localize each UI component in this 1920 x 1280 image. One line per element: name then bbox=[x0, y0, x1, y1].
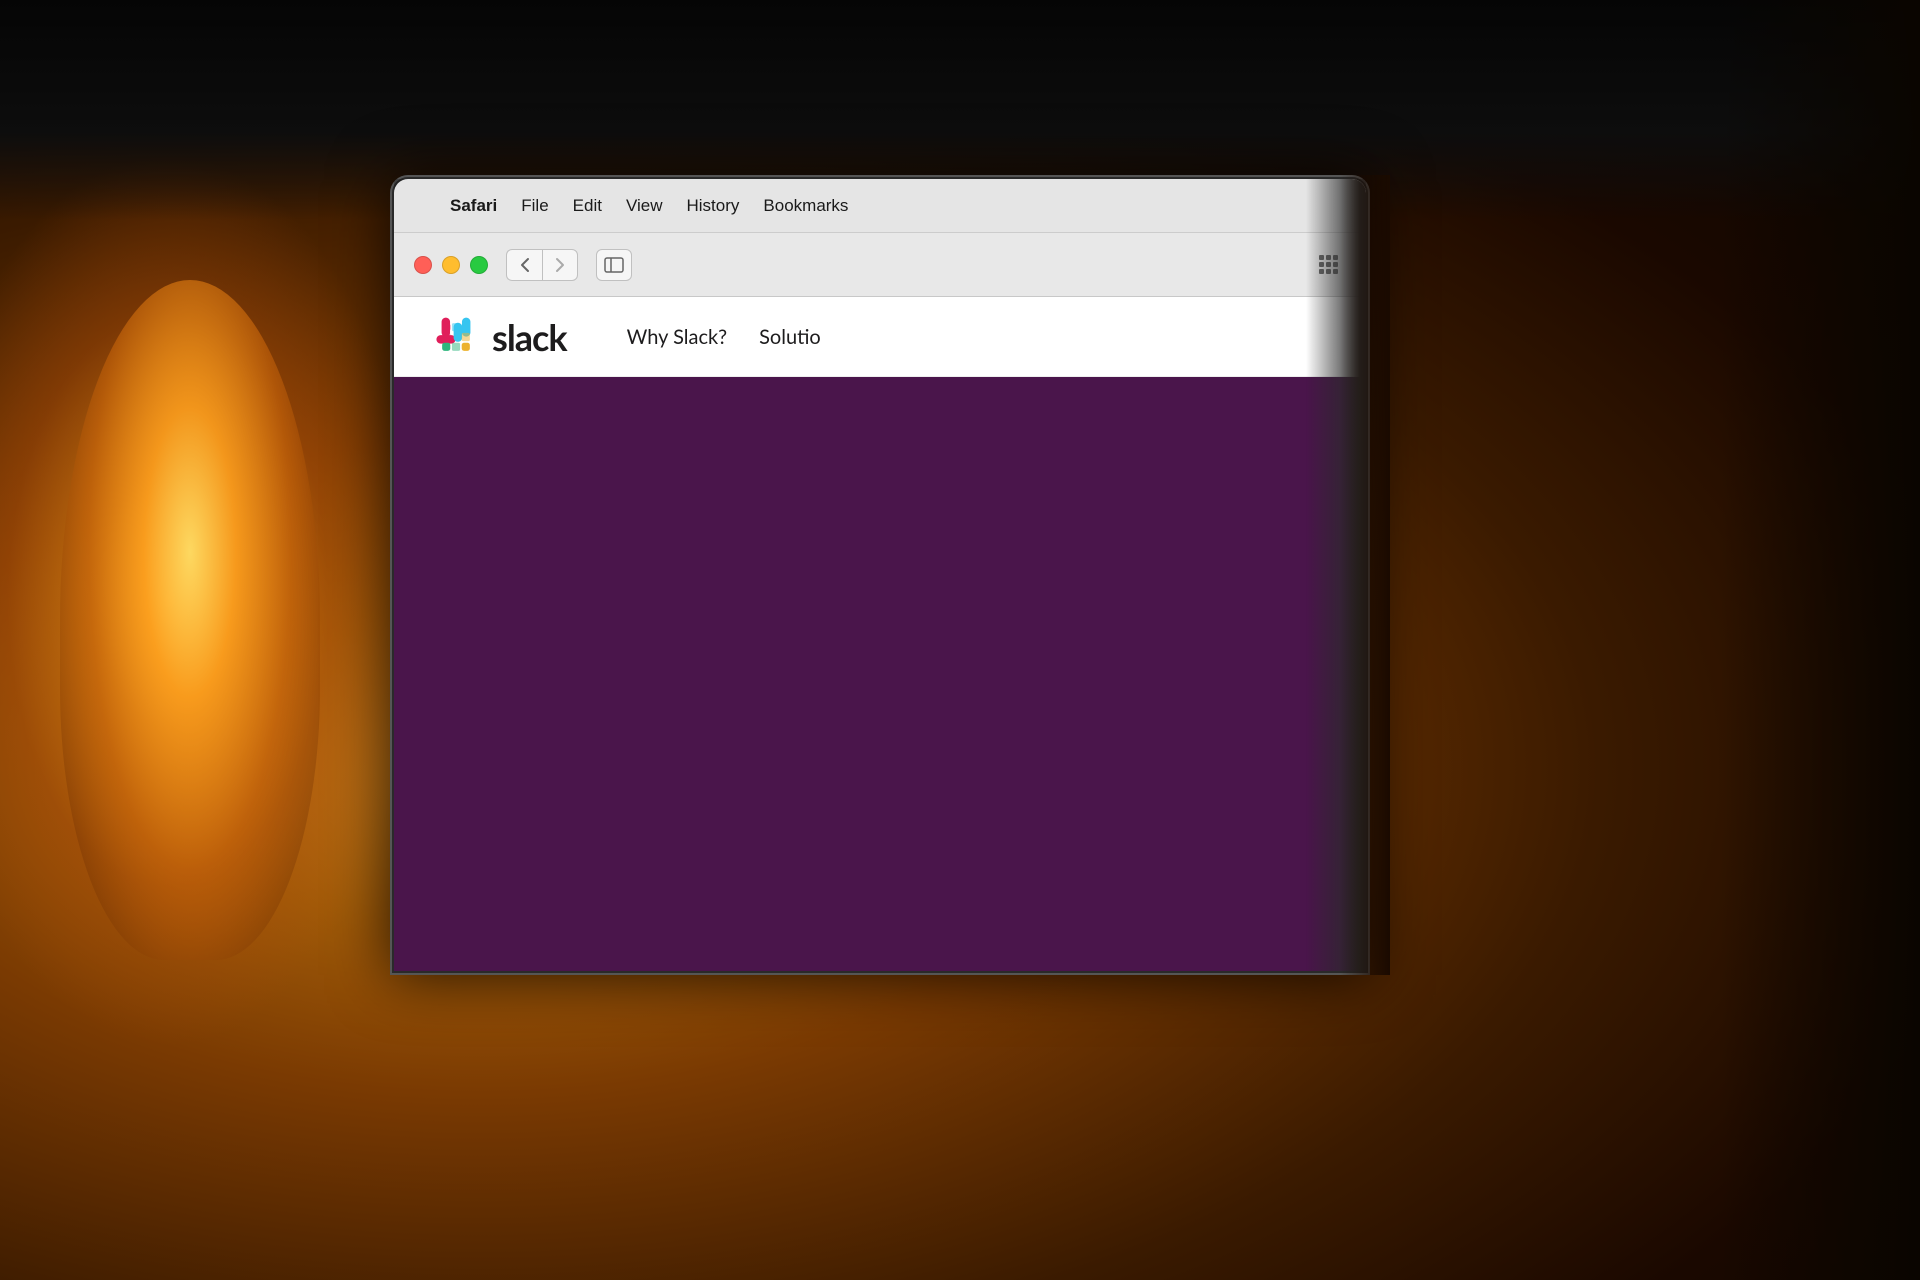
safari-menu-item[interactable]: Safari bbox=[438, 192, 509, 220]
slack-logo[interactable]: slack bbox=[434, 315, 567, 359]
back-button[interactable] bbox=[506, 249, 542, 281]
safari-toolbar bbox=[394, 233, 1366, 297]
view-menu-item[interactable]: View bbox=[614, 192, 675, 220]
screen-bezel: Safari File Edit View History Bookmarks bbox=[394, 179, 1366, 971]
edit-menu-item[interactable]: Edit bbox=[561, 192, 614, 220]
safari-window: slack Why Slack? Solutio bbox=[394, 233, 1366, 971]
maximize-button[interactable] bbox=[470, 256, 488, 274]
slack-nav-items: Why Slack? Solutio bbox=[627, 325, 821, 349]
slack-nav-solutions[interactable]: Solutio bbox=[759, 325, 821, 349]
nav-button-group bbox=[506, 249, 578, 281]
macbook-right-edge bbox=[1340, 175, 1390, 975]
slack-navbar: slack Why Slack? Solutio bbox=[394, 297, 1366, 377]
traffic-lights bbox=[414, 256, 488, 274]
slack-logo-text: slack bbox=[492, 315, 567, 359]
website-content: slack Why Slack? Solutio bbox=[394, 297, 1366, 971]
macbook-screen: Safari File Edit View History Bookmarks bbox=[390, 175, 1370, 975]
slack-nav-why-slack[interactable]: Why Slack? bbox=[627, 325, 727, 349]
forward-button[interactable] bbox=[542, 249, 578, 281]
macos-menubar: Safari File Edit View History Bookmarks bbox=[394, 179, 1366, 233]
minimize-button[interactable] bbox=[442, 256, 460, 274]
slack-logo-icon bbox=[434, 315, 478, 359]
sidebar-toggle-button[interactable] bbox=[596, 249, 632, 281]
history-menu-item[interactable]: History bbox=[675, 192, 752, 220]
file-menu-item[interactable]: File bbox=[509, 192, 560, 220]
bookmarks-menu-item[interactable]: Bookmarks bbox=[751, 192, 860, 220]
side-overlay-right bbox=[1720, 0, 1920, 1280]
slack-hero-section bbox=[394, 377, 1366, 971]
lamp-body bbox=[60, 280, 320, 960]
close-button[interactable] bbox=[414, 256, 432, 274]
